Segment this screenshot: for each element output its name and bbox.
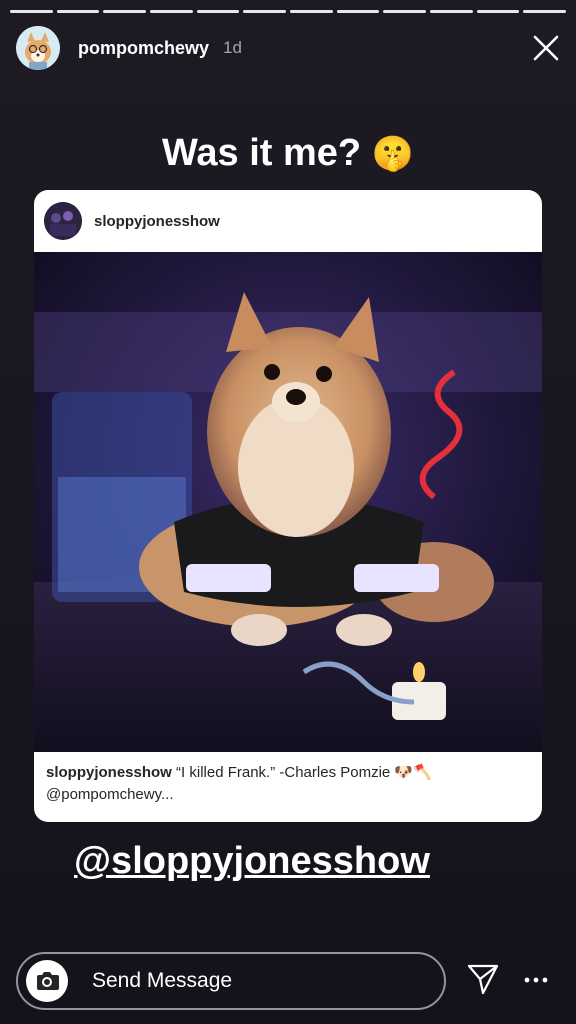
send-message-bar[interactable]: Send Message [16, 952, 446, 1010]
caption-text: Was it me? [161, 132, 362, 174]
progress-segment [150, 10, 193, 13]
progress-segment [523, 10, 567, 13]
caption-more[interactable]: @pompomchewy... [46, 784, 530, 806]
story-progress-bar [10, 10, 567, 13]
caption-username[interactable]: sloppyjonesshow [46, 764, 172, 781]
shared-post-photo [34, 252, 542, 752]
shared-post-caption: sloppyjonesshow “I killed Frank.” -Charl… [46, 762, 530, 806]
story-username[interactable]: pompomchewy [78, 38, 209, 59]
shared-post-avatar [44, 202, 82, 240]
camera-icon[interactable] [26, 960, 68, 1002]
progress-segment [290, 10, 333, 13]
caption-emoji: 🤫 [371, 135, 415, 173]
shared-post-card[interactable]: sloppyjonesshow sloppyjonesshow “I kille… [34, 190, 542, 822]
shared-post-header: sloppyjonesshow [34, 190, 542, 252]
progress-segment [430, 10, 473, 13]
more-icon[interactable] [522, 966, 550, 994]
progress-segment [243, 10, 287, 13]
progress-segment [476, 10, 520, 13]
story-timestamp: 1d [223, 38, 242, 57]
close-icon[interactable] [532, 34, 560, 62]
story-caption: Was it me? 🤫 [0, 132, 576, 175]
mention-sticker[interactable]: @sloppyjonesshow [74, 840, 430, 883]
progress-segment [336, 10, 380, 13]
shared-post-username[interactable]: sloppyjonesshow [94, 213, 220, 230]
message-input[interactable]: Send Message [92, 969, 232, 993]
progress-segment [10, 10, 53, 13]
story-header: pompomchewy 1d [16, 26, 560, 70]
caption-body: “I killed Frank.” -Charles Pomzie 🐶🪓 [176, 764, 432, 781]
progress-segment [383, 10, 427, 13]
progress-segment [56, 10, 100, 13]
progress-segment [103, 10, 147, 13]
progress-segment [196, 10, 240, 13]
avatar[interactable] [16, 26, 60, 70]
send-icon[interactable] [466, 962, 500, 996]
